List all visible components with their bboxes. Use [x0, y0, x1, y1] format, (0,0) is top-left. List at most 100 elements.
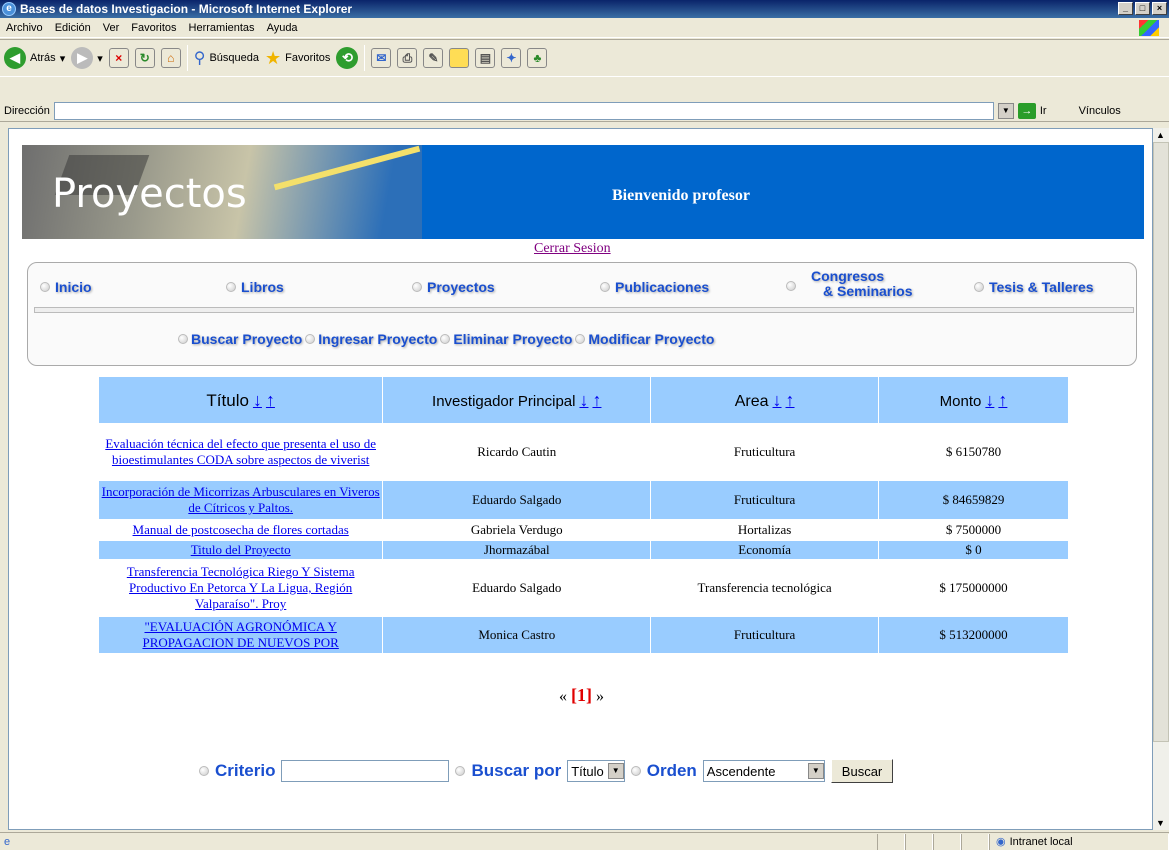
buscar-por-select[interactable]: Título ▼: [567, 760, 625, 782]
back-button[interactable]: ◀ Atrás ▾: [4, 47, 65, 69]
project-title-link[interactable]: Incorporación de Micorrizas Arbusculares…: [102, 484, 380, 515]
edit-icon[interactable]: ✎: [423, 48, 444, 68]
sort-asc-area[interactable]: ↑: [786, 390, 795, 410]
maximize-button[interactable]: □: [1135, 2, 1150, 15]
sort-desc-monto[interactable]: ↓: [985, 390, 994, 410]
pager-current-page[interactable]: [1]: [571, 685, 592, 705]
address-dropdown-icon[interactable]: ▼: [997, 102, 1014, 119]
menu-edicion[interactable]: Edición: [55, 22, 91, 34]
projects-table: Título ↓ ↑ Investigador Principal ↓ ↑ Area ↓ ↑…: [99, 377, 1069, 653]
table-row: "EVALUACIÓN AGRONÓMICA Y PROPAGACION DE …: [99, 617, 1069, 653]
nav-congresos[interactable]: Congresos & Seminarios: [786, 269, 912, 299]
sort-asc-monto[interactable]: ↑: [998, 390, 1007, 410]
window-title: Bases de datos Investigacion - Microsoft…: [20, 2, 353, 16]
go-arrow-icon[interactable]: →: [1017, 102, 1036, 119]
project-title-link[interactable]: Transferencia Tecnológica Riego Y Sistem…: [127, 564, 355, 611]
project-investigator: Ricardo Cautin: [382, 423, 652, 481]
refresh-icon[interactable]: ↻: [134, 48, 155, 68]
nav-inicio[interactable]: Inicio: [40, 279, 92, 295]
table-row: Incorporación de Micorrizas Arbusculares…: [99, 481, 1069, 519]
scroll-down-icon[interactable]: ▼: [1156, 818, 1165, 828]
pager-next[interactable]: »: [596, 688, 604, 705]
project-investigator: Gabriela Verdugo: [382, 519, 652, 541]
bullet-icon: [600, 282, 610, 292]
print-icon[interactable]: ⎙: [397, 48, 418, 68]
criterio-label: Criterio: [215, 761, 276, 780]
bullet-icon: [305, 334, 316, 344]
bullet-icon: [40, 282, 50, 292]
stop-icon[interactable]: ×: [108, 48, 129, 68]
menu-ver[interactable]: Ver: [103, 22, 120, 34]
sort-asc-investigador[interactable]: ↑: [592, 390, 601, 410]
project-title-link[interactable]: Titulo del Proyecto: [191, 542, 291, 557]
toolbar: ◀ Atrás ▾ ▶ ▾ × ↻ ⌂ ⚲ Búsqueda ★ Favorit…: [0, 39, 1169, 77]
nav-libros[interactable]: Libros: [226, 279, 284, 295]
buscar-button[interactable]: Buscar: [830, 759, 894, 783]
header-investigador: Investigador Principal ↓ ↑: [382, 377, 652, 423]
bullet-icon: [455, 766, 466, 776]
address-input[interactable]: [53, 101, 994, 120]
windows-flag-icon: [1139, 20, 1159, 36]
messenger-icon[interactable]: ✦: [501, 48, 522, 68]
history-icon[interactable]: ⟲: [336, 47, 359, 69]
research-icon[interactable]: ▤: [475, 48, 496, 68]
logout-link[interactable]: Cerrar Sesion: [534, 241, 611, 257]
project-title-link[interactable]: Manual de postcosecha de flores cortadas: [133, 522, 349, 537]
menu-ayuda[interactable]: Ayuda: [267, 22, 298, 34]
header-monto: Monto ↓ ↑: [878, 377, 1069, 423]
sort-desc-titulo[interactable]: ↓: [253, 390, 262, 410]
scroll-up-icon[interactable]: ▲: [1156, 130, 1165, 140]
home-icon[interactable]: ⌂: [160, 48, 181, 68]
subnav-buscar-proyecto[interactable]: Buscar Proyecto: [191, 331, 302, 347]
links-button[interactable]: Vínculos: [1079, 105, 1121, 117]
window-title-bar: e Bases de datos Investigacion - Microso…: [0, 0, 1169, 18]
favorites-button[interactable]: ★ Favoritos: [265, 48, 330, 69]
pager-prev[interactable]: «: [559, 688, 567, 705]
nav-publicaciones[interactable]: Publicaciones: [600, 279, 709, 295]
search-label: Búsqueda: [209, 52, 260, 64]
sort-desc-investigador[interactable]: ↓: [579, 390, 588, 410]
users-icon[interactable]: ♣: [527, 48, 548, 68]
project-amount: $ 175000000: [878, 559, 1069, 617]
menu-herramientas[interactable]: Herramientas: [189, 22, 255, 34]
nav-tesis-talleres[interactable]: Tesis & Talleres: [974, 279, 1094, 295]
nav-proyectos[interactable]: Proyectos: [412, 279, 495, 295]
scroll-thumb[interactable]: [1153, 142, 1169, 742]
go-button[interactable]: Ir: [1040, 105, 1047, 117]
forward-button[interactable]: ▶ ▾: [71, 47, 103, 69]
back-label: Atrás: [30, 52, 56, 64]
vertical-scrollbar[interactable]: ▲ ▼: [1153, 128, 1169, 830]
sort-desc-area[interactable]: ↓: [773, 390, 782, 410]
table-row: Manual de postcosecha de flores cortadas…: [99, 519, 1069, 541]
menu-bar: Archivo Edición Ver Favoritos Herramient…: [0, 18, 1169, 38]
minimize-button[interactable]: _: [1118, 2, 1133, 15]
welcome-message: Bienvenido profesor: [612, 187, 750, 204]
project-amount: $ 84659829: [878, 481, 1069, 519]
forward-arrow-icon: ▶: [71, 47, 94, 69]
subnav-eliminar-proyecto[interactable]: Eliminar Proyecto: [453, 331, 572, 347]
project-title-link[interactable]: Evaluación técnica del efecto que presen…: [105, 436, 376, 467]
page-viewport: Proyectos Bienvenido profesor Cerrar Ses…: [8, 128, 1153, 830]
menu-favoritos[interactable]: Favoritos: [131, 22, 176, 34]
subnav: Buscar Proyecto Ingresar Proyecto Elimin…: [178, 331, 714, 347]
mail-icon[interactable]: ✉: [371, 48, 392, 68]
menu-archivo[interactable]: Archivo: [6, 22, 43, 34]
subnav-modificar-proyecto[interactable]: Modificar Proyecto: [588, 331, 714, 347]
sort-asc-titulo[interactable]: ↑: [266, 390, 275, 410]
pagination: « [1] »: [559, 685, 604, 706]
table-header-row: Título ↓ ↑ Investigador Principal ↓ ↑ Area ↓ ↑…: [99, 377, 1069, 423]
project-title-link[interactable]: "EVALUACIÓN AGRONÓMICA Y PROPAGACION DE …: [142, 619, 338, 650]
orden-select[interactable]: Ascendente ▼: [702, 760, 825, 782]
bullet-icon: [226, 282, 236, 292]
star-icon: ★: [265, 47, 282, 68]
bullet-icon: [199, 766, 209, 776]
table-row: Evaluación técnica del efecto que presen…: [99, 423, 1069, 481]
project-amount: $ 6150780: [878, 423, 1069, 481]
criterio-input[interactable]: [281, 760, 450, 782]
buscar-por-label: Buscar por: [471, 761, 562, 780]
folder-icon[interactable]: [449, 48, 470, 68]
close-button[interactable]: ×: [1152, 2, 1167, 15]
search-button[interactable]: ⚲ Búsqueda: [194, 48, 259, 68]
address-bar: Dirección ▼ → Ir Vínculos: [0, 100, 1169, 122]
subnav-ingresar-proyecto[interactable]: Ingresar Proyecto: [318, 331, 437, 347]
